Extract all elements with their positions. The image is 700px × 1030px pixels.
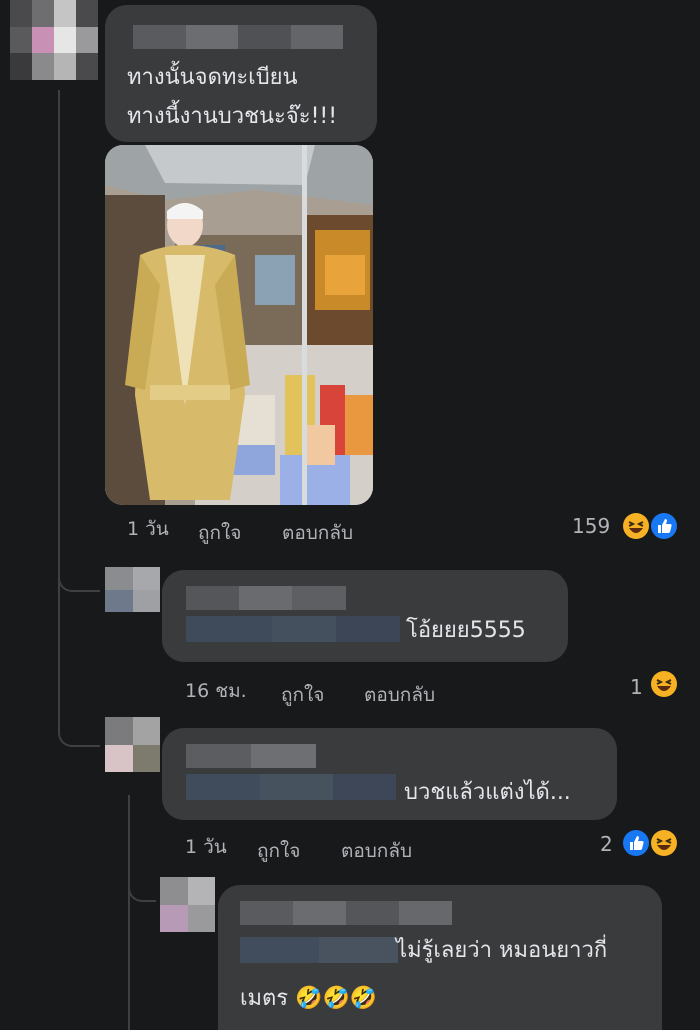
- reply-text-line-1: ไม่รู้เลยว่า หมอนยาวกี่: [396, 938, 608, 963]
- author-name-redacted[interactable]: [133, 25, 343, 49]
- reaction-count[interactable]: 1: [630, 675, 643, 699]
- redacted-text: [240, 937, 398, 963]
- like-button[interactable]: ถูกใจ: [198, 518, 241, 548]
- author-name-redacted[interactable]: [186, 586, 346, 610]
- avatar[interactable]: [160, 877, 215, 932]
- haha-reaction-icon[interactable]: [650, 670, 678, 698]
- like-reaction-icon[interactable]: [622, 829, 650, 857]
- reply-button[interactable]: ตอบกลับ: [364, 680, 435, 710]
- avatar[interactable]: [105, 567, 160, 612]
- comment-text-line-1: ทางนั้นจดทะเบียน: [127, 65, 298, 90]
- thread-line: [58, 90, 60, 595]
- author-name-redacted[interactable]: [240, 901, 452, 925]
- redacted-text: [186, 774, 396, 800]
- reply-bubble: บวชแล้วแต่งได้...: [162, 728, 617, 820]
- like-button[interactable]: ถูกใจ: [281, 680, 324, 710]
- reply-text: โอ้ยยย5555: [406, 618, 526, 643]
- like-button[interactable]: ถูกใจ: [257, 836, 300, 866]
- comment-text-line-2: ทางนี้งานบวชนะจ๊ะ!!!: [127, 104, 338, 129]
- reply-timestamp: 16 ชม.: [185, 680, 247, 702]
- thread-line-lower: [58, 590, 60, 720]
- comment-bubble: ทางนั้นจดทะเบียน ทางนี้งานบวชนะจ๊ะ!!!: [105, 5, 377, 142]
- reply-bubble: โอ้ยยย5555: [162, 570, 568, 662]
- reaction-count[interactable]: 2: [600, 832, 613, 856]
- avatar[interactable]: [105, 717, 160, 772]
- haha-reaction-icon[interactable]: [650, 829, 678, 857]
- reply-bubble: ไม่รู้เลยว่า หมอนยาวกี่ เมตร 🤣🤣🤣: [218, 885, 662, 1030]
- reply-button[interactable]: ตอบกลับ: [282, 518, 353, 548]
- thread-branch-3: [128, 870, 156, 902]
- author-name-redacted[interactable]: [186, 744, 316, 768]
- comment-timestamp: 1 วัน: [127, 518, 169, 540]
- redacted-text: [186, 616, 400, 642]
- thread-branch-1: [58, 560, 100, 592]
- reply-thread-line: [128, 795, 130, 1030]
- reply-text: บวชแล้วแต่งได้...: [404, 780, 571, 805]
- like-reaction-icon[interactable]: [650, 512, 678, 540]
- reply-timestamp: 1 วัน: [185, 836, 227, 858]
- reaction-count[interactable]: 159: [572, 514, 610, 538]
- comment-photo[interactable]: [105, 145, 373, 505]
- reply-text-line-2: เมตร 🤣🤣🤣: [240, 986, 378, 1011]
- reply-button[interactable]: ตอบกลับ: [341, 836, 412, 866]
- haha-reaction-icon[interactable]: [622, 512, 650, 540]
- avatar[interactable]: [10, 0, 98, 80]
- thread-branch-2: [58, 715, 100, 747]
